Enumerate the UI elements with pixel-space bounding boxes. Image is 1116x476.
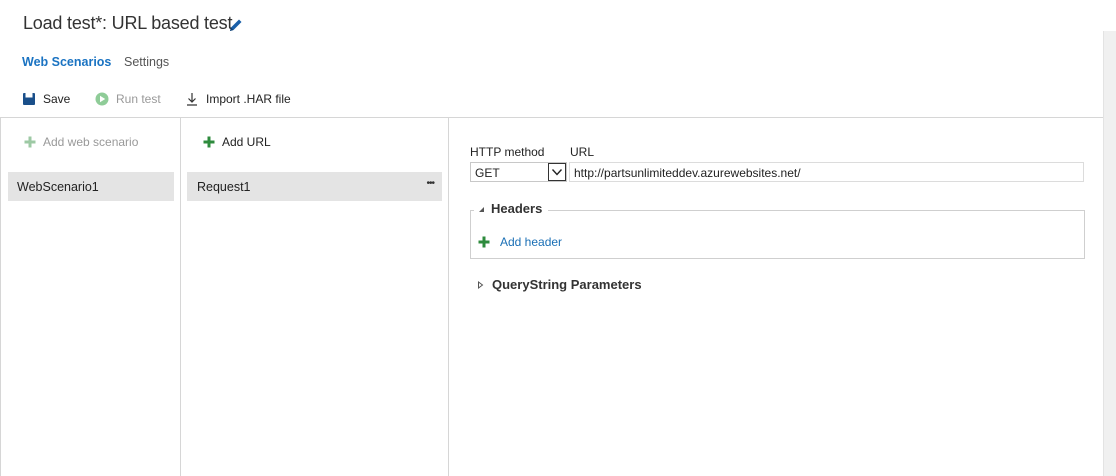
- http-method-select[interactable]: GET: [470, 162, 567, 182]
- plus-icon: [478, 236, 490, 248]
- column-divider: [0, 117, 1, 476]
- add-web-scenario-button[interactable]: Add web scenario: [24, 135, 138, 149]
- headers-toggle[interactable]: Headers: [474, 201, 549, 216]
- scenario-list-item[interactable]: WebScenario1: [8, 172, 174, 201]
- save-label: Save: [43, 92, 71, 106]
- tab-web-scenarios[interactable]: Web Scenarios: [22, 55, 111, 69]
- scenario-label: WebScenario1: [17, 179, 99, 194]
- add-url-label: Add URL: [222, 135, 271, 149]
- url-input[interactable]: http://partsunlimiteddev.azurewebsites.n…: [569, 162, 1084, 182]
- add-url-button[interactable]: Add URL: [203, 135, 271, 149]
- column-divider: [448, 117, 449, 476]
- save-button[interactable]: Save: [22, 89, 70, 109]
- toolbar-divider: [0, 117, 1116, 118]
- save-icon: [23, 93, 35, 105]
- plus-icon: [24, 136, 36, 148]
- triangle-right-icon: [478, 280, 484, 289]
- request-list-item[interactable]: Request1 •••: [187, 172, 442, 201]
- url-label: URL: [570, 145, 595, 159]
- import-har-label: Import .HAR file: [206, 92, 291, 106]
- add-header-button[interactable]: Add header: [478, 235, 562, 249]
- add-web-scenario-label: Add web scenario: [43, 135, 139, 149]
- more-options-icon[interactable]: •••: [426, 178, 434, 189]
- headers-section: [470, 210, 1085, 259]
- run-test-label: Run test: [116, 92, 161, 106]
- triangle-down-icon: [479, 206, 484, 212]
- run-test-button[interactable]: Run test: [95, 89, 161, 109]
- querystring-toggle[interactable]: QueryString Parameters: [476, 277, 642, 292]
- add-header-label: Add header: [500, 235, 563, 249]
- chevron-down-icon[interactable]: [548, 163, 566, 181]
- querystring-title: QueryString Parameters: [492, 277, 642, 292]
- plus-icon: [203, 136, 215, 148]
- import-har-button[interactable]: Import .HAR file: [185, 89, 291, 109]
- http-method-value: GET: [475, 166, 500, 180]
- pencil-icon[interactable]: [228, 17, 244, 33]
- column-divider: [180, 117, 181, 476]
- page-title: Load test*: URL based test: [23, 13, 233, 33]
- vertical-scrollbar[interactable]: [1103, 31, 1116, 476]
- http-method-label: HTTP method: [470, 145, 545, 159]
- play-icon: [95, 92, 109, 106]
- tab-settings[interactable]: Settings: [124, 55, 169, 69]
- request-label: Request1: [197, 179, 251, 194]
- url-value: http://partsunlimiteddev.azurewebsites.n…: [574, 166, 801, 180]
- download-icon: [187, 93, 197, 106]
- headers-title: Headers: [491, 201, 543, 216]
